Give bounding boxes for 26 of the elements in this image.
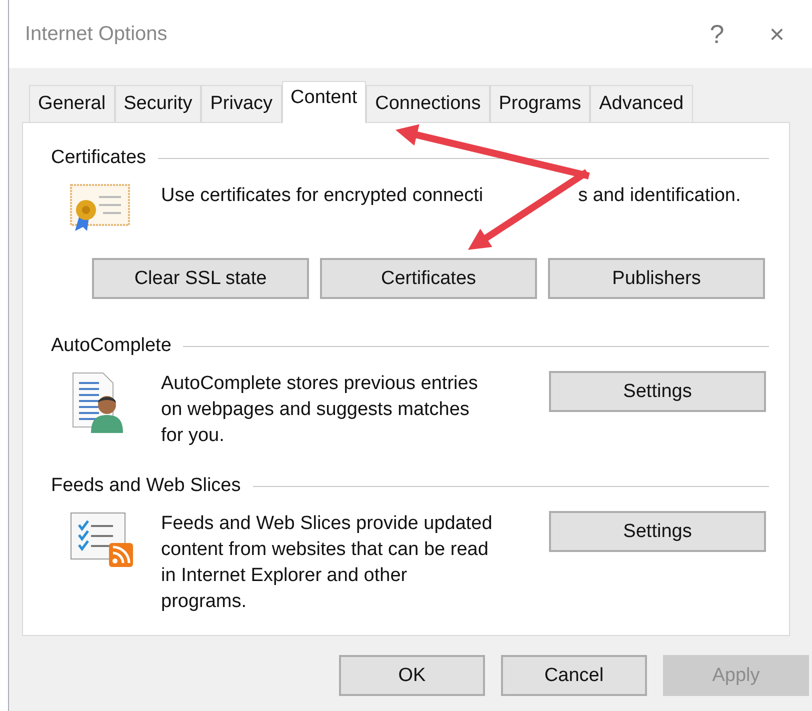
section-description: AutoComplete stores previous entries on webpages and suggests matches for you. [161,372,479,448]
tab[interactable]: Security [114,85,202,122]
dialog-button[interactable]: Cancel [501,655,647,696]
action-button[interactable]: Clear SSL state [92,258,309,299]
tab[interactable]: Content [282,81,366,123]
dialog-button[interactable]: OK [339,655,485,696]
window-title: Internet Options [25,22,168,46]
help-button[interactable]: ? [692,14,742,54]
section-title: Feeds and Web Slices [51,475,241,497]
action-button[interactable]: Publishers [548,258,765,299]
settings-button[interactable]: Settings [549,371,766,412]
tab[interactable]: General [29,85,115,122]
tab[interactable]: Connections [366,85,490,122]
tab[interactable]: Privacy [201,85,282,122]
settings-button[interactable]: Settings [549,511,766,552]
section-title: Certificates [51,147,146,169]
section-title: AutoComplete [51,335,172,357]
certificate-icon [69,183,131,233]
tab[interactable]: Advanced [590,85,693,122]
section-description: Feeds and Web Slices provide updated content from websites that can be read in Internet Explorer and other programs. [161,512,494,614]
tab[interactable]: Programs [490,85,590,122]
section-description: Use certificates for encrypted connecti [161,184,484,208]
section-description: s and identification. [578,184,741,208]
close-button[interactable]: × [752,14,802,54]
action-button[interactable]: Certificates [320,258,537,299]
feed-list-icon [69,511,135,569]
